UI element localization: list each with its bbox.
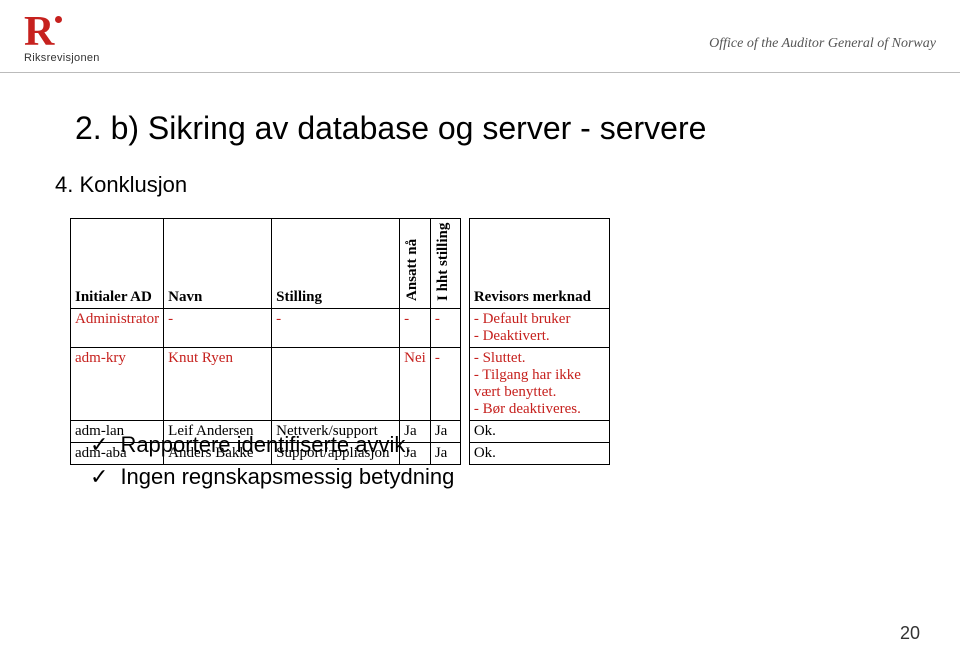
col-merknad: Revisors merknad [469,219,609,309]
col-ansatt: Ansatt nå [400,219,431,309]
logo-dot-icon [55,16,62,23]
table-row: Administrator----- Default bruker - Deak… [71,309,610,348]
cell-initialer: adm-kry [71,348,164,421]
spacer [460,219,469,309]
cell-merknad: - Sluttet. - Tilgang har ikke vært benyt… [469,348,609,421]
logo-letter: R [24,9,54,55]
audit-table-wrap: Initialer AD Navn Stilling Ansatt nå I h… [70,218,610,465]
cell-hht: - [430,348,460,421]
col-initialer: Initialer AD [71,219,164,309]
cell-stilling: - [272,309,400,348]
audit-table: Initialer AD Navn Stilling Ansatt nå I h… [70,218,610,465]
list-item: ✓ Ingen regnskapsmessig betydning [90,464,454,490]
bullet-list: ✓ Rapportere identifiserte avvik. ✓ Inge… [90,432,454,496]
spacer [460,443,469,465]
slide-header: R Riksrevisjonen Office of the Auditor G… [24,16,936,64]
spacer [460,421,469,443]
cell-merknad: Ok. [469,421,609,443]
cell-hht: - [430,309,460,348]
table-header-row: Initialer AD Navn Stilling Ansatt nå I h… [71,219,610,309]
check-icon: ✓ [90,432,108,458]
office-line: Office of the Auditor General of Norway [709,36,936,52]
col-navn: Navn [164,219,272,309]
cell-initialer: Administrator [71,309,164,348]
bullet-text: Rapportere identifiserte avvik. [120,432,411,458]
table-row: adm-kryKnut Ryen Nei-- Sluttet. - Tilgang… [71,348,610,421]
slide-title: 2. b) Sikring av database og server - se… [75,110,706,147]
slide-subhead: 4. Konklusjon [55,172,187,198]
cell-stilling [272,348,400,421]
spacer [460,348,469,421]
spacer [460,309,469,348]
cell-ansatt: - [400,309,431,348]
list-item: ✓ Rapportere identifiserte avvik. [90,432,454,458]
cell-ansatt: Nei [400,348,431,421]
bullet-text: Ingen regnskapsmessig betydning [120,464,454,490]
cell-merknad: - Default bruker - Deaktivert. [469,309,609,348]
cell-merknad: Ok. [469,443,609,465]
col-hht: I hht stilling [430,219,460,309]
page-number: 20 [900,623,920,644]
header-divider [0,72,960,73]
col-stilling: Stilling [272,219,400,309]
check-icon: ✓ [90,464,108,490]
cell-navn: - [164,309,272,348]
cell-navn: Knut Ryen [164,348,272,421]
org-logo: R Riksrevisjonen [24,16,100,64]
